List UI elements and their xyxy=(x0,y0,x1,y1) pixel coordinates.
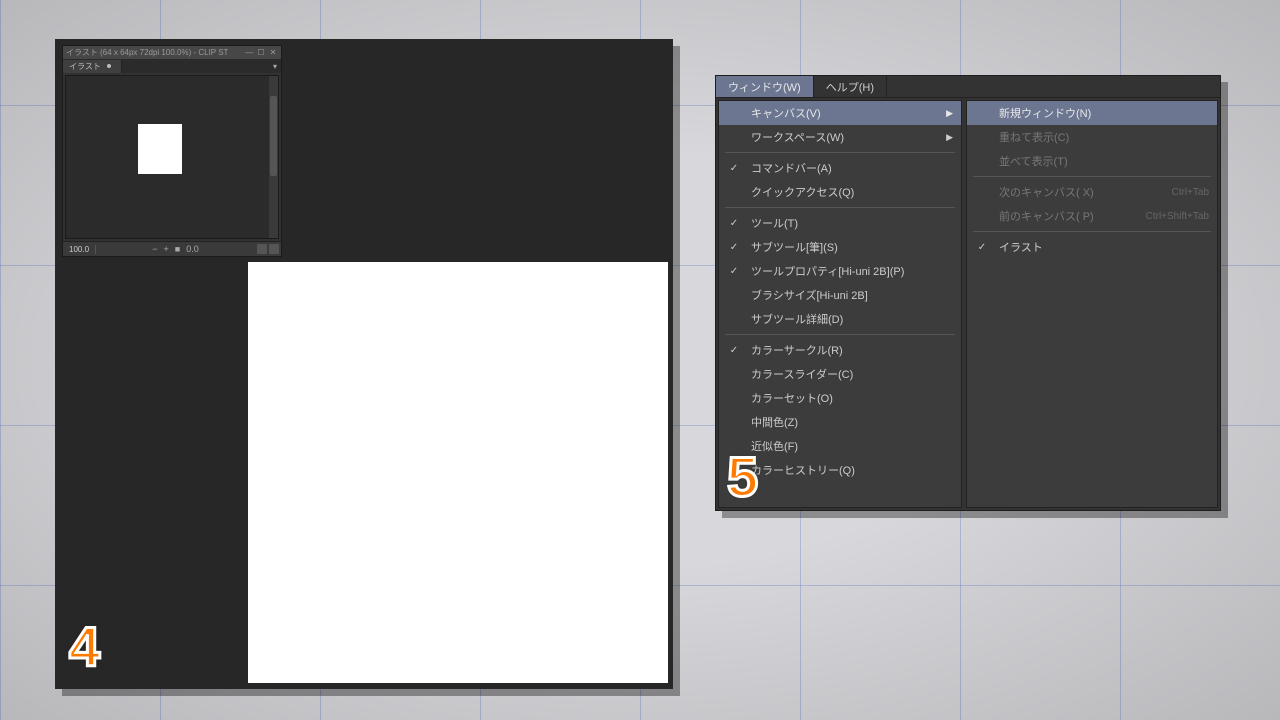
menu-item-label: サブツール[筆](S) xyxy=(745,239,953,255)
navigator-titlebar[interactable]: イラスト (64 x 64px 72dpi 100.0%) - CLIP ST … xyxy=(63,46,281,59)
window-menu: ウィンドウ(W)ヘルプ(H) キャンバス(V)▶ワークスペース(W)▶✓コマンド… xyxy=(715,75,1221,511)
zoom-in-icon[interactable]: + xyxy=(164,244,169,254)
menu-item[interactable]: カラースライダー(C) xyxy=(719,362,961,386)
menu-item-shortcut: Ctrl+Tab xyxy=(1171,187,1209,198)
menu-item: 前のキャンバス( P)Ctrl+Shift+Tab xyxy=(967,204,1217,228)
menu-item-label: クイックアクセス(Q) xyxy=(745,184,953,200)
menu-item[interactable]: キャンバス(V)▶ xyxy=(719,101,961,125)
menu-item-label: 重ねて表示(C) xyxy=(993,129,1209,145)
close-icon[interactable]: ✕ xyxy=(268,48,278,57)
menu-item-label: カラーサークル(R) xyxy=(745,342,953,358)
footer-btn-2[interactable] xyxy=(269,244,279,254)
menu-item[interactable]: ✓イラスト xyxy=(967,235,1217,259)
menu-item-label: ブラシサイズ[Hi-uni 2B] xyxy=(745,287,953,303)
window-controls: — ☐ ✕ xyxy=(244,48,278,57)
menu-item-label: 並べて表示(T) xyxy=(993,153,1209,169)
menu-item[interactable]: カラーセット(O) xyxy=(719,386,961,410)
navigator-view[interactable] xyxy=(65,75,279,239)
menu-item: 次のキャンバス( X)Ctrl+Tab xyxy=(967,180,1217,204)
menu-separator xyxy=(973,176,1211,177)
navigator-thumbnail xyxy=(138,124,182,174)
menu-item[interactable]: クイックアクセス(Q) xyxy=(719,180,961,204)
navigator-scrollbar[interactable] xyxy=(269,76,278,238)
menu-item-label: ワークスペース(W) xyxy=(745,129,946,145)
menu-item-label: コマンドバー(A) xyxy=(745,160,953,176)
menu-item: 重ねて表示(C) xyxy=(967,125,1217,149)
menu-item[interactable]: ワークスペース(W)▶ xyxy=(719,125,961,149)
menu-item-label: 次のキャンバス( X) xyxy=(993,184,1171,200)
menu-item-label: ツールプロパティ[Hi-uni 2B](P) xyxy=(745,263,953,279)
navigator-tabs: イラスト ▾ xyxy=(63,59,281,73)
zoom-value-left[interactable]: 100.0 xyxy=(63,245,96,254)
navigator-tab-label: イラスト xyxy=(69,61,101,72)
menu-separator xyxy=(725,207,955,208)
check-icon: ✓ xyxy=(723,242,745,253)
menu-separator xyxy=(973,231,1211,232)
menu-item[interactable]: ✓サブツール[筆](S) xyxy=(719,235,961,259)
menu-item[interactable]: ブラシサイズ[Hi-uni 2B] xyxy=(719,283,961,307)
navigator-panel: イラスト (64 x 64px 72dpi 100.0%) - CLIP ST … xyxy=(62,45,282,257)
menu-item-label: カラーヒストリー(Q) xyxy=(745,462,953,478)
menu-item[interactable]: ✓カラーサークル(R) xyxy=(719,338,961,362)
menu-separator xyxy=(725,334,955,335)
zoom-value-right: 0.0 xyxy=(186,244,199,254)
menu-item: 並べて表示(T) xyxy=(967,149,1217,173)
menu-item[interactable]: ✓ツールプロパティ[Hi-uni 2B](P) xyxy=(719,259,961,283)
check-icon: ✓ xyxy=(723,218,745,229)
chevron-right-icon: ▶ xyxy=(946,132,953,143)
menu-item-shortcut: Ctrl+Shift+Tab xyxy=(1146,211,1209,222)
menu-tabbar: ウィンドウ(W)ヘルプ(H) xyxy=(716,76,1220,98)
menu-item-label: イラスト xyxy=(993,239,1209,255)
scrollbar-thumb[interactable] xyxy=(270,96,277,176)
menu-item-label: サブツール詳細(D) xyxy=(745,311,953,327)
menu-item-label: 中間色(Z) xyxy=(745,414,953,430)
check-icon: ✓ xyxy=(723,345,745,356)
menu-item[interactable]: 中間色(Z) xyxy=(719,410,961,434)
unsaved-dot-icon xyxy=(107,64,111,68)
menu-tab[interactable]: ヘルプ(H) xyxy=(814,76,887,97)
menu-item-label: 近似色(F) xyxy=(745,438,953,454)
menu-column-submenu: 新規ウィンドウ(N)重ねて表示(C)並べて表示(T)次のキャンバス( X)Ctr… xyxy=(966,100,1218,508)
navigator-title: イラスト (64 x 64px 72dpi 100.0%) - CLIP ST xyxy=(66,47,228,58)
menu-item-label: カラーセット(O) xyxy=(745,390,953,406)
footer-buttons xyxy=(255,244,281,254)
menu-item-label: ツール(T) xyxy=(745,215,953,231)
navigator-tab-illust[interactable]: イラスト xyxy=(63,60,122,73)
app-window: イラスト (64 x 64px 72dpi 100.0%) - CLIP ST … xyxy=(55,39,673,689)
step-badge-4: 4 xyxy=(69,614,98,679)
menu-tab[interactable]: ウィンドウ(W) xyxy=(716,76,814,97)
zoom-fit-icon[interactable]: ■ xyxy=(175,244,180,254)
main-canvas[interactable] xyxy=(248,262,668,683)
check-icon: ✓ xyxy=(723,266,745,277)
zoom-controls: − + ■ 0.0 xyxy=(96,244,255,254)
menu-body: キャンバス(V)▶ワークスペース(W)▶✓コマンドバー(A)クイックアクセス(Q… xyxy=(716,98,1220,510)
minimize-icon[interactable]: — xyxy=(244,48,254,57)
menu-item-label: 新規ウィンドウ(N) xyxy=(993,105,1209,121)
navigator-footer: 100.0 − + ■ 0.0 xyxy=(63,241,281,256)
menu-item[interactable]: 新規ウィンドウ(N) xyxy=(967,101,1217,125)
chevron-right-icon: ▶ xyxy=(946,108,953,119)
menu-item-label: キャンバス(V) xyxy=(745,105,946,121)
footer-btn-1[interactable] xyxy=(257,244,267,254)
check-icon: ✓ xyxy=(971,242,993,253)
tab-dropdown-icon[interactable]: ▾ xyxy=(269,62,281,71)
menu-item[interactable]: サブツール詳細(D) xyxy=(719,307,961,331)
maximize-icon[interactable]: ☐ xyxy=(256,48,266,57)
menu-item[interactable]: ✓ツール(T) xyxy=(719,211,961,235)
step-badge-5: 5 xyxy=(727,444,756,509)
menu-separator xyxy=(725,152,955,153)
menu-item-label: カラースライダー(C) xyxy=(745,366,953,382)
check-icon: ✓ xyxy=(723,163,745,174)
zoom-out-icon[interactable]: − xyxy=(152,244,157,254)
menu-item-label: 前のキャンバス( P) xyxy=(993,208,1146,224)
menu-item[interactable]: ✓コマンドバー(A) xyxy=(719,156,961,180)
